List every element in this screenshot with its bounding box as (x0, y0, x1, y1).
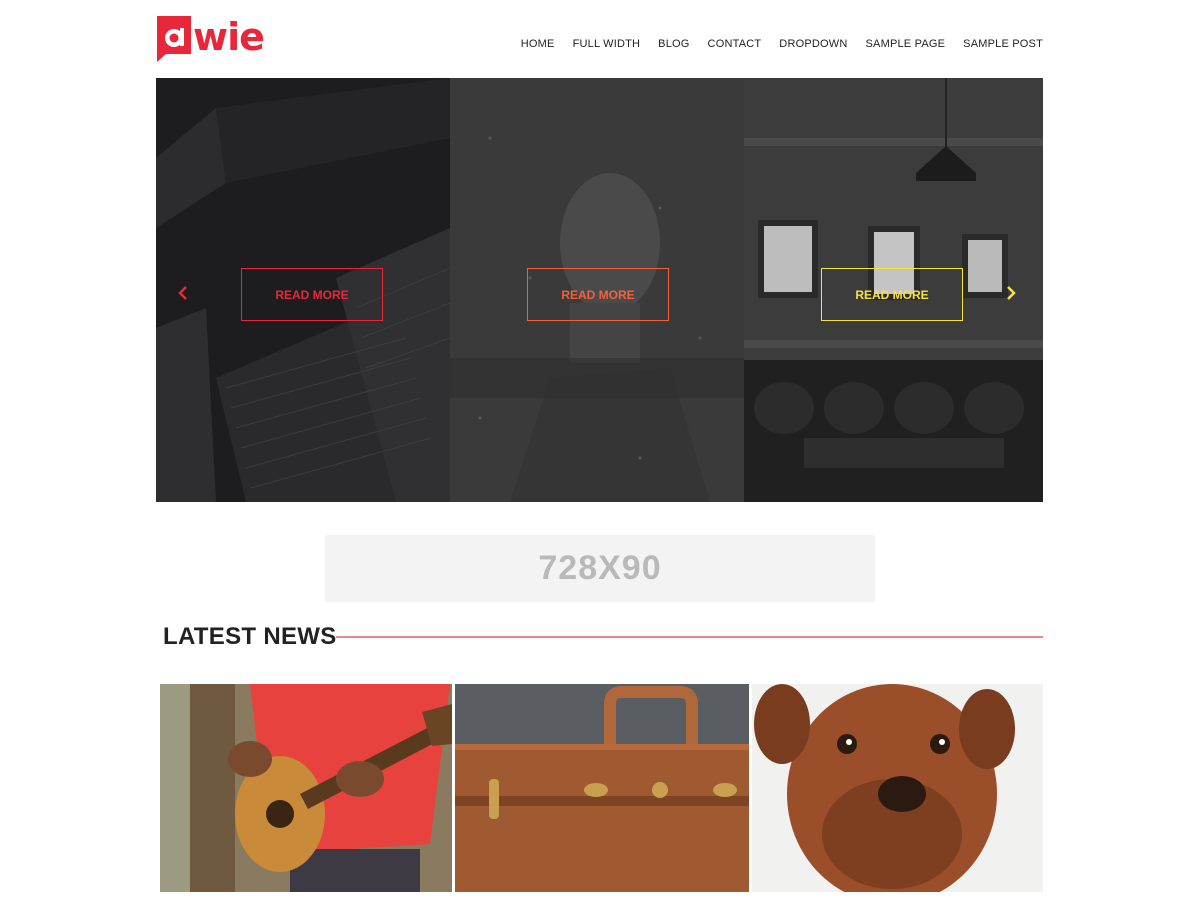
suitcase-photo (455, 684, 749, 892)
logo-mark (157, 16, 191, 62)
nav-blog[interactable]: BLOG (658, 38, 689, 50)
hero-slider: READ MORE READ MORE READ MORE (156, 78, 1043, 510)
nav-contact[interactable]: CONTACT (708, 38, 762, 50)
nav-home[interactable]: HOME (521, 38, 555, 50)
read-more-button-3[interactable]: READ MORE (821, 268, 963, 321)
logo-text: wie (193, 15, 265, 59)
read-more-button-1[interactable]: READ MORE (241, 268, 383, 321)
main-nav: HOME FULL WIDTH BLOG CONTACT DROPDOWN SA… (503, 38, 1043, 50)
section-divider (336, 636, 1043, 638)
nav-full-width[interactable]: FULL WIDTH (573, 38, 641, 50)
news-card-2[interactable] (455, 684, 749, 892)
slide-buildings[interactable]: READ MORE (156, 78, 450, 502)
slider-prev-arrow[interactable] (173, 281, 193, 305)
guitar-photo (160, 684, 452, 892)
chevron-left-icon (178, 286, 187, 300)
news-card-1[interactable] (160, 684, 452, 892)
dog-photo (752, 684, 1043, 892)
news-card-3[interactable] (752, 684, 1043, 892)
ad-banner[interactable]: 728X90 (325, 535, 875, 602)
slider-next-arrow[interactable] (1001, 281, 1021, 305)
read-more-button-2[interactable]: READ MORE (527, 268, 669, 321)
nav-sample-post[interactable]: SAMPLE POST (963, 38, 1043, 50)
slide-restaurant[interactable]: READ MORE (744, 78, 1043, 502)
latest-news-title: LATEST NEWS (163, 623, 337, 650)
chevron-right-icon (1007, 286, 1016, 300)
slide-woman[interactable]: READ MORE (450, 78, 744, 502)
site-logo[interactable]: wie (157, 15, 265, 62)
nav-dropdown[interactable]: DROPDOWN (779, 38, 847, 50)
nav-sample-page[interactable]: SAMPLE PAGE (866, 38, 946, 50)
